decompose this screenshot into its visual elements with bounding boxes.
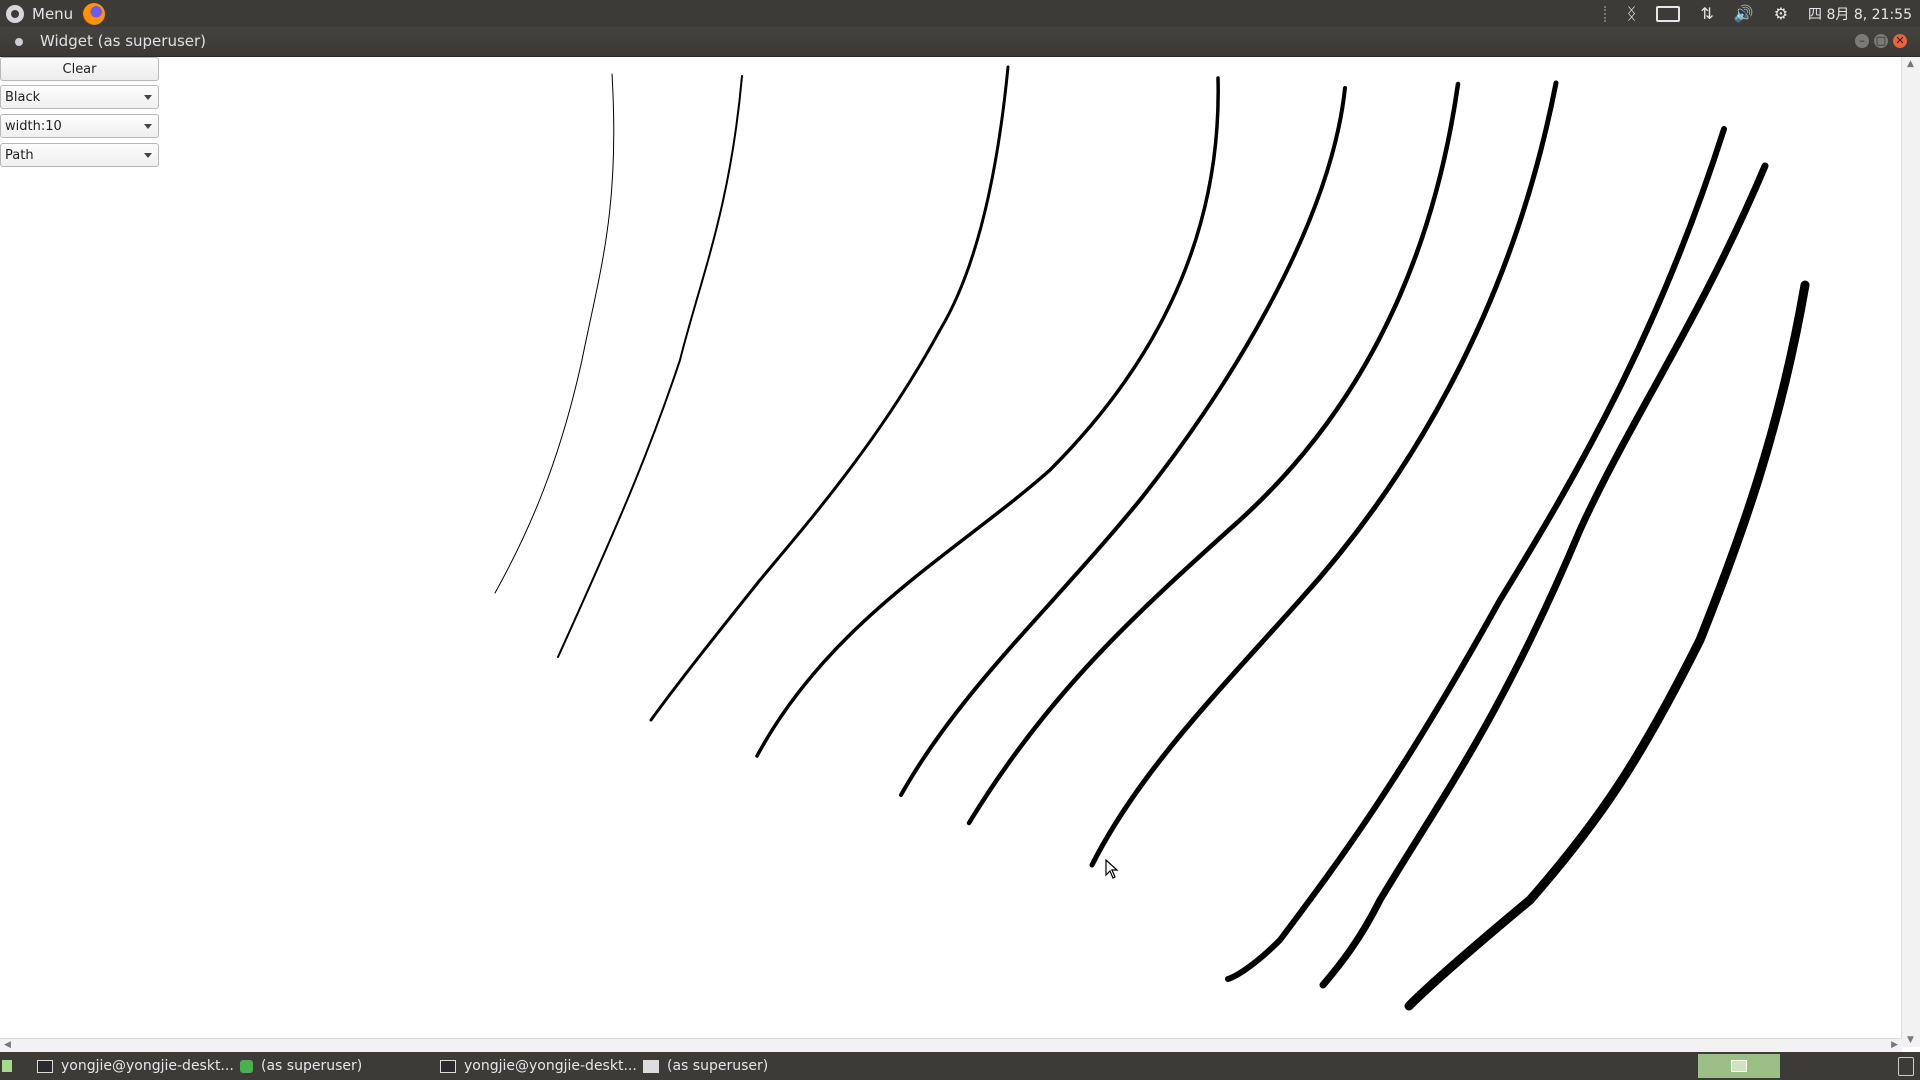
scroll-right-icon[interactable]: ▶ (1891, 1040, 1898, 1050)
taskbar-item-label: yongjie@yongjie-deskt... (61, 1058, 234, 1074)
stroke-6 (966, 81, 1461, 826)
taskbar: yongjie@yongjie-deskt... (as superuser) … (0, 1052, 1920, 1080)
color-select-value: Black (5, 89, 41, 105)
chevron-down-icon (144, 124, 152, 129)
stroke-10 (1404, 280, 1810, 1011)
stroke-9 (1319, 162, 1769, 989)
scroll-down-icon[interactable]: ▼ (1907, 1035, 1914, 1045)
strokes (494, 65, 1810, 1011)
width-select-value: width:10 (5, 118, 62, 134)
clear-button[interactable]: Clear (0, 57, 159, 81)
mouse-cursor-icon (1105, 859, 1119, 879)
drawing-area[interactable]: Clear Black width:10 Path (0, 57, 1920, 1047)
volume-icon[interactable]: 🔊 (1734, 5, 1754, 22)
taskbar-item-label: (as superuser) (667, 1058, 769, 1074)
menu-label: Menu (32, 4, 74, 23)
vertical-scrollbar[interactable]: ▲ ▼ (1901, 57, 1920, 1047)
keyboard-icon[interactable] (1656, 5, 1681, 22)
stroke-8 (1225, 126, 1727, 982)
terminal-icon (37, 1059, 53, 1073)
close-button[interactable]: ✕ (1893, 34, 1907, 48)
drawing-canvas[interactable] (0, 57, 1902, 1037)
clock[interactable]: 四 8月 8, 21:55 (1808, 4, 1912, 24)
trash-icon[interactable] (1898, 1057, 1914, 1076)
firefox-icon[interactable] (83, 3, 105, 25)
minimize-button[interactable]: – (1855, 34, 1869, 48)
taskbar-item-label: (as superuser) (261, 1058, 363, 1074)
window-titlebar[interactable]: Widget (as superuser) – □ ✕ (0, 27, 1920, 57)
menu-logo-icon (6, 4, 24, 23)
menu-button[interactable]: Menu (6, 3, 73, 24)
taskbar-item-label: yongjie@yongjie-deskt... (464, 1058, 637, 1074)
scroll-up-icon[interactable]: ▲ (1907, 59, 1914, 69)
settings-icon[interactable]: ⚙ (1774, 5, 1788, 22)
stroke-2 (557, 75, 743, 658)
taskbar-item-superuser-2[interactable]: (as superuser) (643, 1056, 768, 1076)
stroke-1 (494, 73, 615, 594)
scroll-left-icon[interactable]: ◀ (4, 1040, 11, 1050)
stroke-4 (755, 76, 1220, 758)
taskbar-item-superuser-1[interactable]: (as superuser) (240, 1056, 362, 1076)
workspace-icon (1731, 1060, 1747, 1072)
chevron-down-icon (144, 95, 152, 100)
tray-separator (1603, 5, 1607, 22)
mode-select-value: Path (5, 147, 34, 163)
width-select[interactable]: width:10 (0, 114, 159, 138)
app-icon (15, 38, 23, 46)
bluetooth-icon[interactable]: ᛝ (1627, 5, 1637, 22)
network-icon[interactable]: ⇅ (1700, 5, 1713, 22)
chevron-down-icon (144, 153, 152, 158)
system-tray: ᛝ ⇅ 🔊 ⚙ 四 8月 8, 21:55 (1603, 0, 1920, 27)
mode-select[interactable]: Path (0, 143, 159, 167)
workspace-switcher[interactable] (1698, 1054, 1780, 1078)
shield-icon (240, 1059, 253, 1073)
stroke-3 (649, 65, 1010, 722)
horizontal-scrollbar[interactable]: ◀ ▶ (0, 1038, 1902, 1052)
window-title: Widget (as superuser) (40, 32, 207, 50)
show-desktop-icon[interactable] (2, 1060, 12, 1072)
taskbar-item-terminal-2[interactable]: yongjie@yongjie-deskt... (440, 1056, 637, 1076)
stroke-5 (899, 86, 1347, 797)
taskbar-item-terminal-1[interactable]: yongjie@yongjie-deskt... (37, 1056, 234, 1076)
color-select[interactable]: Black (0, 85, 159, 109)
terminal-icon (440, 1059, 456, 1073)
window-icon (643, 1059, 659, 1073)
top-panel: Menu ᛝ ⇅ 🔊 ⚙ 四 8月 8, 21:55 (0, 0, 1920, 27)
maximize-button[interactable]: □ (1874, 34, 1888, 48)
